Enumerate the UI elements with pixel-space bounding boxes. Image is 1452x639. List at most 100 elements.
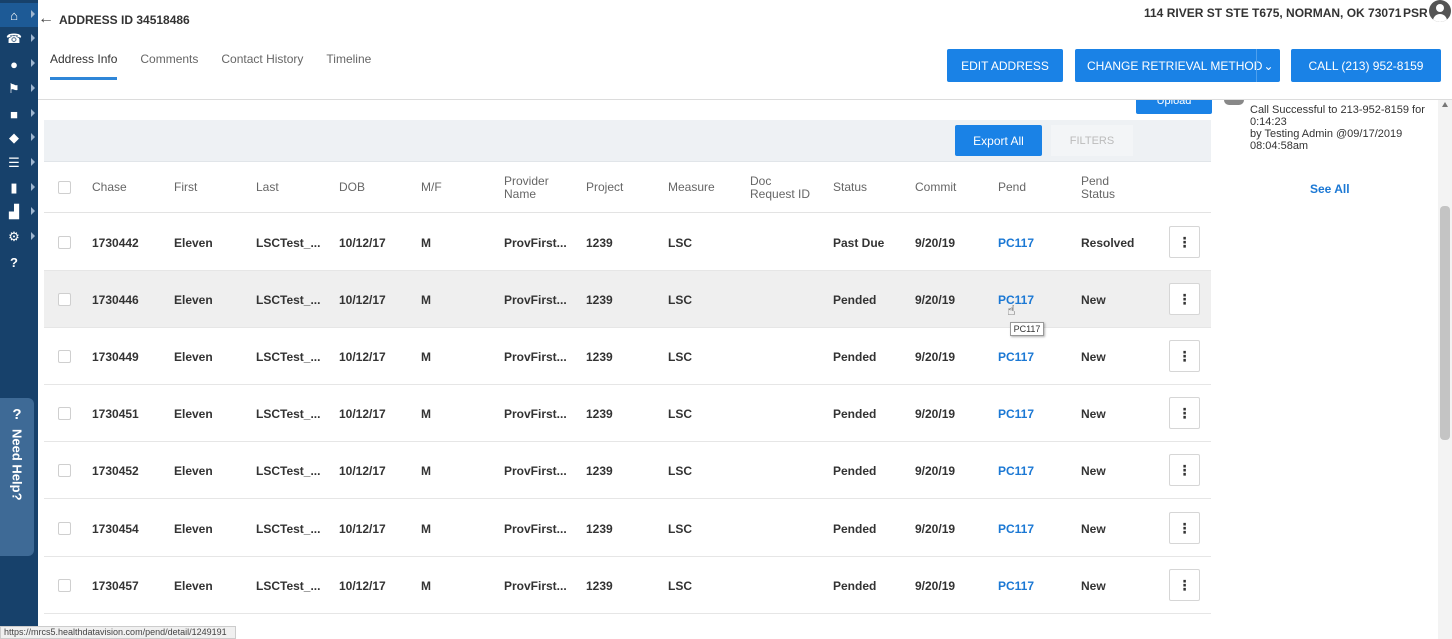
tab-timeline[interactable]: Timeline <box>326 52 371 80</box>
cell-status: Pended <box>833 407 877 421</box>
layers-icon[interactable]: ◆ <box>0 126 38 150</box>
cell-status: Pended <box>833 522 877 536</box>
chevron-down-icon[interactable]: ⌄ <box>1256 49 1280 82</box>
tab-bar: Address Info Comments Contact History Ti… <box>50 52 394 80</box>
table-row[interactable]: 1730442 Eleven LSCTest_... 10/12/17 M Pr… <box>44 214 1211 271</box>
cell-chase: 1730457 <box>92 579 139 593</box>
cell-pend-link[interactable]: PC117 <box>998 464 1034 478</box>
home-icon[interactable]: ⌂ <box>0 3 38 27</box>
list-icon[interactable]: ☰ <box>0 151 38 175</box>
cell-pend-link[interactable]: PC117 <box>998 407 1034 421</box>
row-checkbox[interactable] <box>58 407 71 420</box>
row-checkbox[interactable] <box>58 579 71 592</box>
select-all-checkbox[interactable] <box>58 181 71 194</box>
see-all-link[interactable]: See All <box>1310 182 1350 196</box>
cell-provider: ProvFirst... <box>504 350 567 364</box>
row-checkbox[interactable] <box>58 350 71 363</box>
cell-commit: 9/20/19 <box>915 522 956 536</box>
call-log-author: by Testing Admin @09/17/2019 08:04:58am <box>1250 128 1403 152</box>
col-header-status[interactable]: Status <box>833 181 867 194</box>
call-log-result: Call Successful to 213-952-8159 for 0:14… <box>1250 104 1425 128</box>
cell-measure: LSC <box>668 236 692 250</box>
row-menu-kebab-icon[interactable]: ⋮ <box>1169 569 1200 601</box>
cell-measure: LSC <box>668 579 692 593</box>
filters-button[interactable]: FILTERS <box>1051 125 1133 156</box>
call-button[interactable]: CALL (213) 952-8159 <box>1291 49 1441 82</box>
col-header-mf[interactable]: M/F <box>421 181 442 194</box>
change-retrieval-method-button[interactable]: CHANGE RETRIEVAL METHOD ⌄ <box>1075 49 1280 82</box>
col-header-measure[interactable]: Measure <box>668 181 715 194</box>
cell-pend-link[interactable]: PC117 <box>998 236 1034 250</box>
cell-first: Eleven <box>174 350 213 364</box>
contact-log-panel: Call Successful to 213-952-8159 for 0:14… <box>1212 100 1452 639</box>
cell-dob: 10/12/17 <box>339 236 386 250</box>
col-header-doc-request-id[interactable]: Doc Request ID <box>750 175 812 201</box>
scroll-up-arrow-icon[interactable] <box>1442 102 1448 107</box>
row-checkbox[interactable] <box>58 464 71 477</box>
browser-status-url: https://mrcs5.healthdatavision.com/pend/… <box>0 626 236 639</box>
col-header-pend-status[interactable]: Pend Status <box>1081 175 1121 201</box>
col-header-pend[interactable]: Pend <box>998 181 1026 194</box>
table-row[interactable]: 1730457 Eleven LSCTest_... 10/12/17 M Pr… <box>44 557 1211 614</box>
phone-icon[interactable]: ☎ <box>0 27 38 51</box>
users-icon[interactable]: ● <box>0 52 38 76</box>
table-row[interactable]: 1730451 Eleven LSCTest_... 10/12/17 M Pr… <box>44 385 1211 442</box>
col-header-commit[interactable]: Commit <box>915 181 956 194</box>
table-row[interactable]: 1730452 Eleven LSCTest_... 10/12/17 M Pr… <box>44 442 1211 499</box>
col-header-chase[interactable]: Chase <box>92 181 127 194</box>
tab-contact-history[interactable]: Contact History <box>221 52 303 80</box>
cell-last: LSCTest_... <box>256 293 321 307</box>
table-row[interactable]: 1730449 Eleven LSCTest_... 10/12/17 M Pr… <box>44 328 1211 385</box>
cell-pend-link[interactable]: PC117 <box>998 579 1034 593</box>
upload-button[interactable]: Upload <box>1136 100 1212 114</box>
need-help-button[interactable]: ? Need Help? <box>0 398 34 556</box>
scrollbar-thumb[interactable] <box>1440 206 1450 440</box>
avatar[interactable] <box>1429 0 1451 22</box>
cell-project: 1239 <box>586 579 613 593</box>
cell-chase: 1730446 <box>92 293 139 307</box>
col-header-last[interactable]: Last <box>256 181 279 194</box>
table-row[interactable]: 1730454 Eleven LSCTest_... 10/12/17 M Pr… <box>44 500 1211 557</box>
row-menu-kebab-icon[interactable]: ⋮ <box>1169 454 1200 486</box>
tab-comments[interactable]: Comments <box>140 52 198 80</box>
cell-mf: M <box>421 522 431 536</box>
help-icon[interactable]: ? <box>0 250 38 274</box>
row-menu-kebab-icon[interactable]: ⋮ <box>1169 512 1200 544</box>
page-scrollbar[interactable] <box>1438 100 1452 639</box>
cell-project: 1239 <box>586 350 613 364</box>
cell-project: 1239 <box>586 407 613 421</box>
tab-address-info[interactable]: Address Info <box>50 52 118 80</box>
cell-pend-link[interactable]: PC117 <box>998 293 1034 307</box>
cell-measure: LSC <box>668 293 692 307</box>
briefcase-icon[interactable]: ■ <box>0 102 38 126</box>
row-menu-kebab-icon[interactable]: ⋮ <box>1169 340 1200 372</box>
row-checkbox[interactable] <box>58 236 71 249</box>
gear-icon[interactable]: ⚙ <box>0 225 38 249</box>
cell-pend-link[interactable]: PC117 <box>998 350 1034 364</box>
row-checkbox[interactable] <box>58 522 71 535</box>
cell-status: Pended <box>833 579 877 593</box>
col-header-first[interactable]: First <box>174 181 197 194</box>
row-menu-kebab-icon[interactable]: ⋮ <box>1169 397 1200 429</box>
back-arrow-icon[interactable]: ← <box>38 10 54 28</box>
cell-pend-status: New <box>1081 464 1106 478</box>
cell-pend-link[interactable]: PC117 <box>998 522 1034 536</box>
flag-icon[interactable]: ⚑ <box>0 77 38 101</box>
clipboard-icon[interactable]: ▮ <box>0 176 38 200</box>
row-menu-kebab-icon[interactable]: ⋮ <box>1169 283 1200 315</box>
cell-first: Eleven <box>174 522 213 536</box>
row-checkbox[interactable] <box>58 293 71 306</box>
export-all-button[interactable]: Export All <box>955 125 1042 156</box>
col-header-provider-name[interactable]: Provider Name <box>504 175 564 201</box>
cell-pend-status: New <box>1081 350 1106 364</box>
cell-last: LSCTest_... <box>256 236 321 250</box>
row-menu-kebab-icon[interactable]: ⋮ <box>1169 226 1200 258</box>
edit-address-button[interactable]: EDIT ADDRESS <box>947 49 1063 82</box>
cell-dob: 10/12/17 <box>339 293 386 307</box>
col-header-project[interactable]: Project <box>586 181 623 194</box>
chart-icon[interactable]: ▟ <box>0 200 38 224</box>
cell-chase: 1730454 <box>92 522 139 536</box>
col-header-dob[interactable]: DOB <box>339 181 365 194</box>
cell-chase: 1730451 <box>92 407 139 421</box>
table-row[interactable]: 1730446 Eleven LSCTest_... 10/12/17 M Pr… <box>44 271 1211 328</box>
